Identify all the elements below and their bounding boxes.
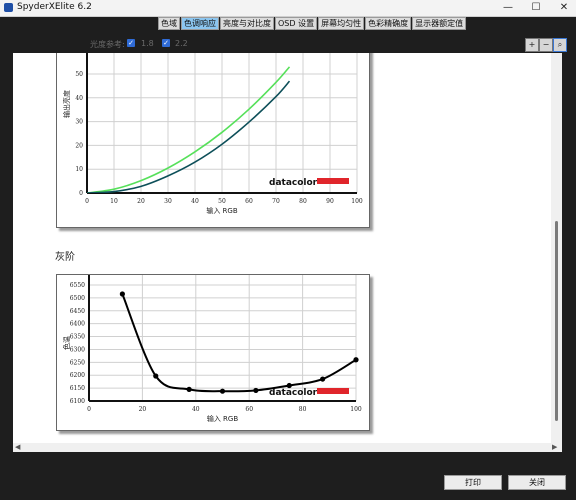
- horizontal-scrollbar[interactable]: ◀ ▶: [13, 443, 562, 452]
- x-tick-label: 20: [139, 406, 147, 413]
- grayscale-plot: 0 20 40 60 80 100 6100 6150 6200 6250 6300 6350 6400…: [62, 245, 362, 423]
- x-tick-label: 100: [350, 406, 362, 413]
- gamma-2-2-checkbox[interactable]: ✓: [162, 39, 170, 47]
- tone-response-chart: 0 10 20 30 40 50 60 70 80 90 100 0 10 20 30 40 50 输入 RGB 输…: [56, 53, 370, 228]
- tab-screen-uniformity[interactable]: 屏幕均匀性: [318, 17, 365, 30]
- datacolor-logo-text: datacolor: [269, 178, 318, 188]
- x-tick-label: 80: [299, 406, 307, 413]
- x-tick-label: 60: [245, 198, 253, 205]
- y-tick-label: 6550: [70, 282, 85, 289]
- vertical-scroll-thumb[interactable]: [555, 221, 558, 421]
- y-tick-label: 6300: [70, 346, 85, 353]
- gamma-1-8-label: 1.8: [141, 39, 154, 48]
- y-tick-label: 6400: [70, 321, 85, 328]
- y-axis-label: 输出亮度: [62, 90, 71, 118]
- app-icon: [4, 3, 13, 12]
- data-point: [119, 291, 125, 297]
- y-tick-label: 6100: [70, 398, 85, 405]
- y-tick-label: 6150: [70, 385, 85, 392]
- gamma-reference-label: 光度参考:: [90, 40, 125, 49]
- scroll-right-icon[interactable]: ▶: [552, 443, 557, 452]
- x-tick-label: 30: [164, 198, 172, 205]
- x-tick-label: 100: [351, 198, 363, 205]
- x-tick-label: 10: [110, 198, 118, 205]
- data-point: [320, 376, 326, 382]
- x-axis-label: 输入 RGB: [207, 414, 239, 423]
- x-tick-label: 40: [192, 406, 200, 413]
- data-point: [286, 382, 292, 389]
- y-tick-label: 20: [75, 142, 83, 149]
- tone-response-plot: 0 10 20 30 40 50 60 70 80 90 10001020304050输入 RGB输…: [62, 53, 363, 215]
- maximize-button[interactable]: ☐: [522, 0, 550, 16]
- close-button[interactable]: 关闭: [508, 475, 566, 490]
- x-tick-label: 90: [326, 198, 334, 205]
- grayscale-chart: 0 20 40 60 80 100 6100 6150 6200 6250 6300 6350 6400…: [56, 245, 370, 431]
- data-point: [219, 388, 226, 394]
- y-tick-label: 30: [75, 119, 83, 126]
- x-tick-label: 70: [272, 198, 280, 205]
- datacolor-logo-bar: [317, 178, 349, 184]
- window-title: SpyderXElite 6.2: [17, 2, 92, 12]
- y-tick-label: 0: [79, 190, 83, 197]
- zoom-in-icon[interactable]: +: [525, 38, 539, 52]
- tab-tone-response[interactable]: 色调响应: [181, 17, 219, 30]
- data-point: [186, 386, 192, 392]
- y-tick-label: 40: [75, 95, 83, 102]
- close-window-button[interactable]: ✕: [550, 0, 576, 16]
- y-tick-label: 50: [75, 71, 83, 78]
- grayscale-section-title: 灰阶: [55, 252, 75, 263]
- zoom-fit-icon[interactable]: ⌕: [553, 38, 567, 52]
- print-button[interactable]: 打印: [444, 475, 502, 490]
- y-tick-label: 6200: [70, 372, 85, 379]
- y-tick-label: 6350: [70, 334, 85, 341]
- datacolor-logo-bar: [317, 388, 349, 394]
- series-line-1: [87, 66, 291, 193]
- minimize-button[interactable]: —: [494, 0, 522, 16]
- tab-display-rating[interactable]: 显示器额定值: [412, 17, 467, 30]
- tab-bar: 色域 色调响应 亮度与对比度 OSD 设置 屏幕均匀性 色彩精确度 显示器额定值: [158, 17, 467, 30]
- report-content: 0 10 20 30 40 50 60 70 80 90 100 0 10 20 30 40 50 输入 RGB 输…: [13, 53, 551, 443]
- gamma-2-2-label: 2.2: [175, 39, 188, 48]
- x-tick-label: 20: [137, 198, 145, 205]
- y-axis-label: 色温: [62, 336, 71, 350]
- zoom-out-icon[interactable]: −: [539, 38, 553, 52]
- y-tick-label: 10: [75, 166, 83, 173]
- data-point: [153, 373, 159, 379]
- x-tick-label: 60: [245, 406, 253, 413]
- y-tick-label: 6450: [70, 308, 85, 315]
- tab-osd-settings[interactable]: OSD 设置: [275, 17, 318, 30]
- scroll-left-icon[interactable]: ◀: [15, 443, 20, 452]
- data-point: [353, 357, 359, 363]
- x-axis-label: 输入 RGB: [206, 206, 238, 215]
- title-bar: SpyderXElite 6.2 — ☐ ✕: [0, 0, 576, 17]
- x-tick-label: 50: [218, 198, 226, 205]
- x-tick-label: 0: [85, 198, 89, 205]
- tab-gamut[interactable]: 色域: [158, 17, 180, 30]
- y-tick-label: 6500: [70, 295, 85, 302]
- x-tick-label: 40: [191, 198, 199, 205]
- gamma-1-8-checkbox[interactable]: ✓: [127, 39, 135, 47]
- tab-brightness-contrast[interactable]: 亮度与对比度: [220, 17, 274, 30]
- data-point: [253, 387, 259, 394]
- vertical-scrollbar[interactable]: [551, 53, 562, 443]
- tab-color-accuracy[interactable]: 色彩精确度: [365, 17, 412, 30]
- x-tick-label: 0: [87, 406, 91, 413]
- datacolor-logo-text: datacolor: [269, 388, 318, 398]
- y-tick-label: 6250: [70, 359, 85, 366]
- x-tick-label: 80: [299, 198, 307, 205]
